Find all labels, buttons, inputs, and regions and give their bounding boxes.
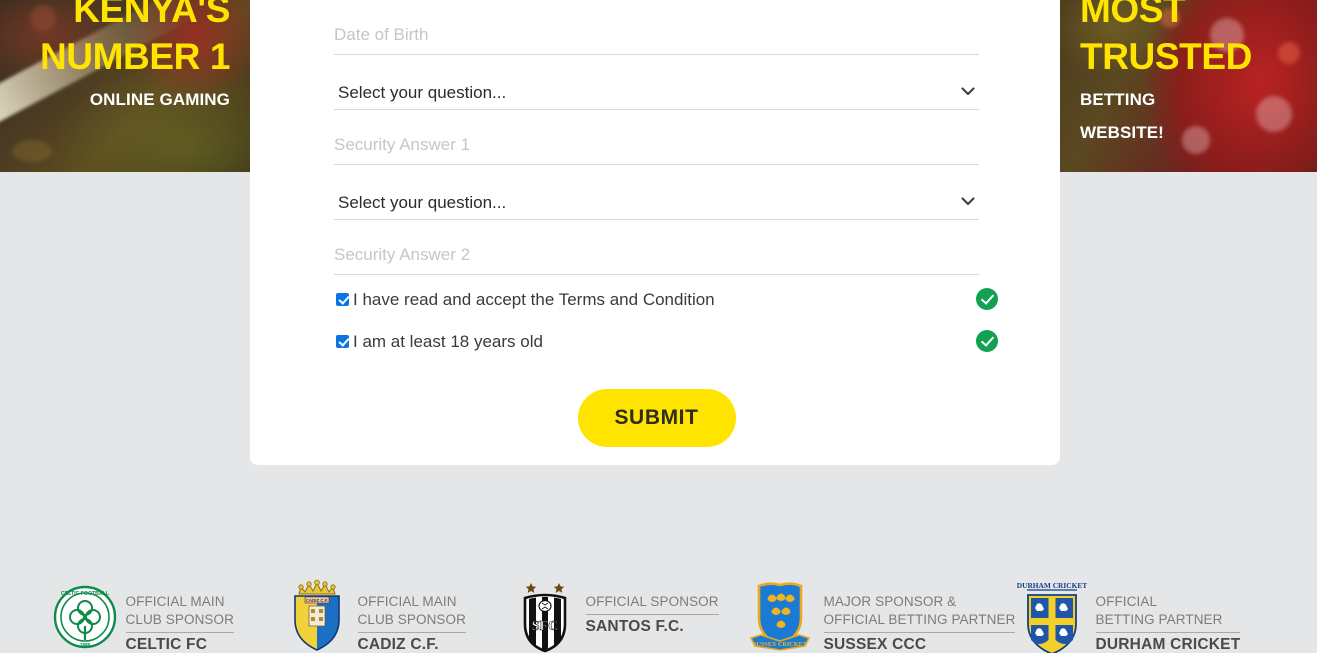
sponsor-text-durham: OFFICIAL BETTING PARTNER DURHAM CRICKET	[1095, 578, 1241, 653]
sponsor-item-durham[interactable]: DURHAM CRICKET OFFICIAL BETTING PARTNER …	[1017, 578, 1277, 653]
sponsor-divider	[585, 614, 719, 615]
date-of-birth-input[interactable]	[334, 25, 979, 45]
sponsor-divider	[125, 632, 234, 633]
sponsor-role-line-1: OFFICIAL SPONSOR	[585, 594, 719, 609]
sponsor-item-sussex[interactable]: SUSSEX CRICKET MAJOR SPONSOR & OFFICIAL …	[745, 578, 1017, 653]
sponsor-role-line-2: OFFICIAL BETTING PARTNER	[823, 612, 1016, 627]
sponsor-name-cadiz: CADIZ C.F.	[357, 636, 439, 653]
sponsor-bar: CELTIC FOOTBALL 1888 OFFICIAL MAIN CLUB …	[0, 578, 1317, 653]
sponsor-text-celtic: OFFICIAL MAIN CLUB SPONSOR CELTIC FC	[125, 578, 234, 653]
sponsor-name-celtic: CELTIC FC	[125, 636, 208, 653]
sponsor-role-line-1: OFFICIAL MAIN	[357, 594, 457, 609]
terms-valid-check-icon	[976, 288, 998, 310]
terms-label: I have read and accept the Terms and Con…	[353, 289, 715, 309]
svg-text:SFC: SFC	[531, 619, 557, 634]
banner-right-text: MOST TRUSTED BETTING WEBSITE!	[1080, 0, 1252, 146]
sponsor-role-line-1: MAJOR SPONSOR &	[823, 594, 957, 609]
sponsor-divider	[823, 632, 1016, 633]
sponsor-text-santos: OFFICIAL SPONSOR SANTOS F.C.	[585, 578, 719, 636]
sponsor-divider	[357, 632, 466, 633]
registration-form-card: Select your question... Select your ques…	[250, 0, 1060, 465]
promo-banner-left: KENYA'S NUMBER 1 ONLINE GAMING	[0, 0, 250, 172]
banner-left-headline-1: KENYA'S	[73, 0, 230, 30]
sponsor-role-line-2: CLUB SPONSOR	[357, 612, 466, 627]
security-question-1-field[interactable]: Select your question...	[334, 55, 983, 110]
terms-acceptance-row[interactable]: I have read and accept the Terms and Con…	[336, 278, 998, 320]
cadiz-cf-crest-icon: CADIZ C.F.	[285, 578, 349, 653]
banner-left-headline-2: NUMBER 1	[39, 36, 230, 77]
age-checkbox[interactable]	[336, 334, 349, 348]
security-answer-1-field[interactable]	[334, 110, 979, 165]
sponsor-text-cadiz: OFFICIAL MAIN CLUB SPONSOR CADIZ C.F.	[357, 578, 466, 653]
banner-right-headline-2: TRUSTED	[1080, 36, 1252, 77]
security-question-2-field[interactable]: Select your question...	[334, 165, 983, 220]
security-question-1-select[interactable]: Select your question...	[338, 83, 983, 102]
sponsor-text-sussex: MAJOR SPONSOR & OFFICIAL BETTING PARTNER…	[823, 578, 1016, 653]
age-confirmation-row[interactable]: I am at least 18 years old	[336, 320, 998, 362]
date-of-birth-field[interactable]	[334, 0, 979, 55]
sponsor-item-santos[interactable]: SFC OFFICIAL SPONSOR SANTOS F.C.	[513, 578, 745, 653]
security-answer-2-input[interactable]	[334, 245, 979, 265]
security-answer-1-input[interactable]	[334, 135, 979, 155]
sponsor-role-line-2: CLUB SPONSOR	[125, 612, 234, 627]
sponsor-name-sussex: SUSSEX CCC	[823, 636, 927, 653]
security-answer-2-field[interactable]	[334, 220, 979, 275]
promo-banner-right: MOST TRUSTED BETTING WEBSITE!	[1060, 0, 1317, 172]
banner-left-subline-1: ONLINE GAMING	[89, 90, 230, 109]
sponsor-item-celtic[interactable]: CELTIC FOOTBALL 1888 OFFICIAL MAIN CLUB …	[53, 578, 285, 653]
submit-button-container: SUBMIT	[334, 389, 979, 447]
sponsor-role-line-2: BETTING PARTNER	[1095, 612, 1223, 627]
age-label: I am at least 18 years old	[353, 331, 543, 351]
banner-right-bokeh	[1256, 96, 1292, 132]
terms-checkbox[interactable]	[336, 292, 349, 306]
submit-button[interactable]: SUBMIT	[577, 389, 736, 447]
celtic-fc-crest-icon: CELTIC FOOTBALL 1888	[53, 578, 117, 653]
svg-text:SUSSEX CRICKET: SUSSEX CRICKET	[753, 641, 808, 648]
registration-form: Select your question... Select your ques…	[334, 0, 998, 447]
sponsor-name-durham: DURHAM CRICKET	[1095, 636, 1241, 653]
banner-right-headline-1: MOST	[1080, 0, 1186, 30]
banner-right-bokeh	[1278, 42, 1300, 64]
security-question-2-select[interactable]: Select your question...	[338, 193, 983, 212]
banner-left-text: KENYA'S NUMBER 1 ONLINE GAMING	[40, 0, 230, 113]
page-root: KENYA'S NUMBER 1 ONLINE GAMING MOST TRUS…	[0, 0, 1317, 653]
sponsor-divider	[1095, 632, 1241, 633]
svg-text:DURHAM CRICKET: DURHAM CRICKET	[1017, 581, 1087, 590]
banner-right-subline-1: BETTING	[1080, 90, 1156, 109]
durham-cricket-crest-icon: DURHAM CRICKET	[1017, 578, 1087, 653]
banner-left-bokeh	[12, 140, 52, 162]
svg-text:CADIZ C.F.: CADIZ C.F.	[305, 598, 327, 603]
sponsor-item-cadiz[interactable]: CADIZ C.F. OFFICIAL MAIN CLUB SPONSOR CA…	[285, 578, 513, 653]
sponsor-role-line-1: OFFICIAL	[1095, 594, 1158, 609]
banner-right-subline-2: WEBSITE!	[1080, 123, 1164, 142]
sponsor-name-santos: SANTOS F.C.	[585, 618, 684, 635]
age-valid-check-icon	[976, 330, 998, 352]
svg-text:1888: 1888	[79, 642, 90, 647]
sponsor-role-line-1: OFFICIAL MAIN	[125, 594, 225, 609]
sussex-ccc-crest-icon: SUSSEX CRICKET	[745, 578, 815, 653]
santos-fc-crest-icon: SFC	[513, 578, 577, 653]
svg-text:CELTIC FOOTBALL: CELTIC FOOTBALL	[60, 591, 109, 597]
